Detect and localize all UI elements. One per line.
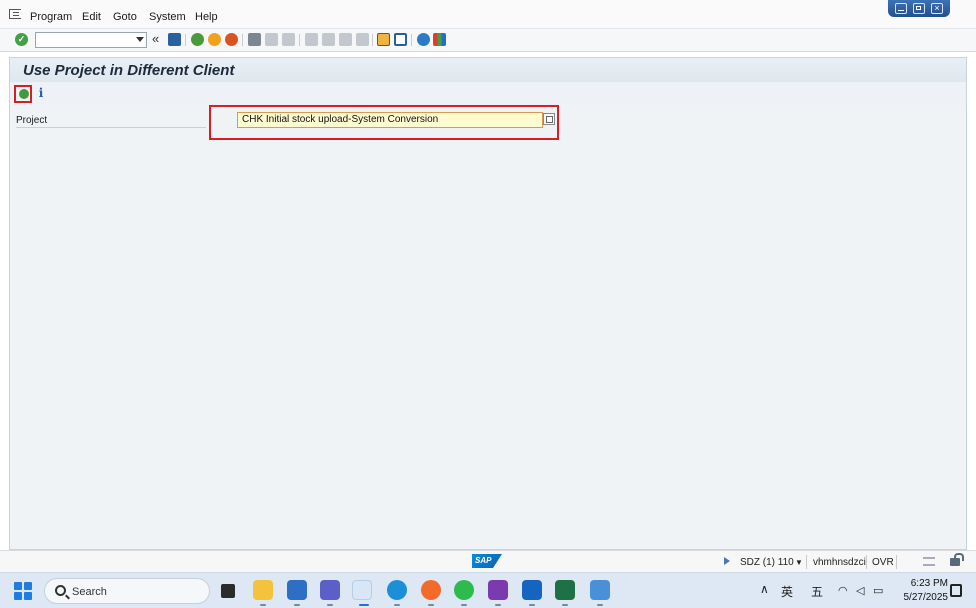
create-shortcut-icon[interactable] [394, 33, 407, 46]
window-controls: × [888, 0, 950, 17]
exit-icon[interactable] [208, 33, 221, 46]
wechat-icon[interactable] [454, 580, 474, 600]
notepad-icon[interactable] [590, 580, 610, 600]
menu-system[interactable]: System [149, 11, 186, 23]
notification-icon[interactable] [950, 584, 962, 597]
teams-icon[interactable] [320, 580, 340, 600]
project-label: Project [16, 115, 48, 126]
ime-language[interactable]: 英 [781, 583, 793, 600]
main-panel: Project CHK Initial stock upload-System … [9, 105, 967, 550]
task-view-icon[interactable] [221, 584, 235, 598]
server-name: vhmhnsdzci [813, 557, 866, 568]
sap-logo: SAP [472, 554, 502, 568]
project-input[interactable]: CHK Initial stock upload-System Conversi… [237, 112, 543, 128]
clock-date[interactable]: 5/27/2025 [896, 592, 949, 603]
wifi-icon[interactable]: ◠ [838, 584, 848, 597]
save-icon[interactable] [168, 33, 181, 46]
tray-chevron-icon[interactable]: ∧ [760, 582, 769, 596]
help-icon[interactable] [417, 33, 430, 46]
running-indicator [359, 604, 369, 606]
excel-icon[interactable] [555, 580, 575, 600]
label-underline [16, 127, 206, 128]
running-indicator [562, 604, 568, 606]
file-explorer-icon[interactable] [253, 580, 273, 600]
menu-goto[interactable]: Goto [113, 11, 137, 23]
status-bar: SAP SDZ (1) 110 ▼ vhmhnsdzci OVR [0, 550, 976, 572]
last-page-icon[interactable] [356, 33, 369, 46]
battery-icon[interactable]: ▭ [873, 584, 883, 597]
collapse-command-button[interactable]: « [152, 32, 159, 46]
toolbar-divider [411, 34, 412, 46]
menu-edit[interactable]: Edit [82, 11, 101, 23]
customize-layout-icon[interactable] [433, 33, 446, 46]
status-divider [896, 555, 897, 569]
settings-icon[interactable] [923, 557, 935, 566]
browser-icon[interactable] [421, 580, 441, 600]
system-info[interactable]: SDZ (1) 110 [740, 557, 794, 568]
minimize-icon[interactable] [895, 3, 907, 14]
onenote-icon[interactable] [488, 580, 508, 600]
search-icon [55, 585, 66, 596]
outlook-icon[interactable] [522, 580, 542, 600]
running-indicator [327, 604, 333, 606]
cancel-icon[interactable] [225, 33, 238, 46]
running-indicator [260, 604, 266, 606]
close-icon[interactable]: × [931, 3, 943, 14]
find-icon[interactable] [265, 33, 278, 46]
first-page-icon[interactable] [305, 33, 318, 46]
menu-bar: Program Edit Goto System Help × [0, 0, 976, 29]
menu-icon[interactable] [9, 9, 21, 19]
command-field[interactable] [35, 32, 147, 48]
running-indicator [597, 604, 603, 606]
running-indicator [394, 604, 400, 606]
taskbar: Search ∧ 英 五 ◠ ◁ ▭ 6:23 PM 5/27/2025 [0, 572, 976, 608]
running-indicator [294, 604, 300, 606]
remote-desktop-icon[interactable] [287, 580, 307, 600]
application-toolbar: i [9, 82, 967, 105]
title-bar: Use Project in Different Client [9, 57, 967, 82]
toolbar-divider [372, 34, 373, 46]
clock-time[interactable]: 6:23 PM [908, 578, 948, 589]
information-icon[interactable]: i [36, 86, 46, 100]
search-placeholder: Search [72, 586, 107, 598]
back-icon[interactable] [191, 33, 204, 46]
running-indicator [495, 604, 501, 606]
running-indicator [428, 604, 434, 606]
restore-icon[interactable] [913, 3, 925, 14]
system-dropdown-icon[interactable]: ▼ [795, 558, 803, 567]
execute-button[interactable] [14, 85, 32, 103]
volume-icon[interactable]: ◁ [856, 584, 864, 597]
new-session-icon[interactable] [377, 33, 390, 46]
find-next-icon[interactable] [282, 33, 295, 46]
page-title: Use Project in Different Client [23, 62, 235, 79]
input-mode[interactable]: OVR [872, 557, 894, 568]
ime-mode[interactable]: 五 [811, 583, 823, 600]
previous-page-icon[interactable] [322, 33, 335, 46]
running-indicator [461, 604, 467, 606]
status-expand-icon[interactable] [724, 557, 730, 565]
next-page-icon[interactable] [339, 33, 352, 46]
status-divider [866, 555, 867, 569]
lock-icon[interactable] [950, 553, 964, 566]
sap-gui-icon[interactable] [352, 580, 372, 600]
toolbar-divider [185, 34, 186, 46]
running-indicator [529, 604, 535, 606]
windows-start-icon[interactable] [14, 582, 32, 600]
menu-help[interactable]: Help [195, 11, 218, 23]
standard-toolbar: ✓ « [0, 29, 976, 52]
edge-icon[interactable] [387, 580, 407, 600]
enter-check-icon[interactable]: ✓ [15, 33, 28, 46]
toolbar-divider [299, 34, 300, 46]
command-dropdown-icon[interactable] [136, 37, 144, 42]
toolbar-divider [242, 34, 243, 46]
value-help-icon[interactable] [543, 113, 555, 125]
status-divider [806, 555, 807, 569]
taskbar-search[interactable]: Search [44, 578, 210, 604]
menu-program[interactable]: Program [30, 11, 72, 23]
print-icon[interactable] [248, 33, 261, 46]
